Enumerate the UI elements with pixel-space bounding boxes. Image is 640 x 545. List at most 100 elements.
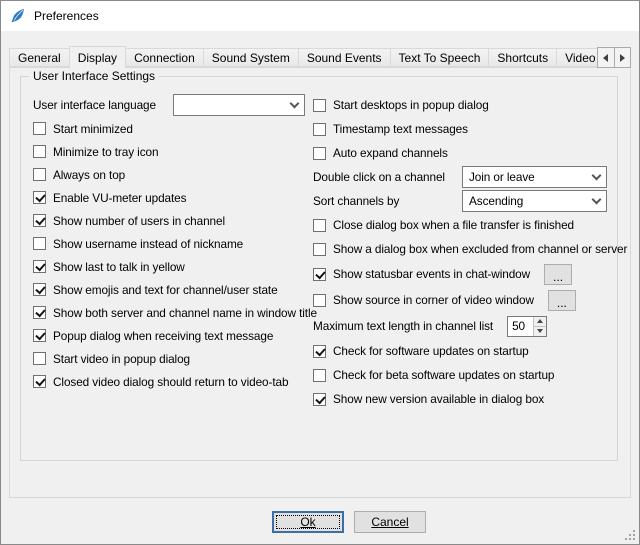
checkbox-label: Show source in corner of video window <box>333 293 534 307</box>
checkbox-row[interactable]: Show last to talk in yellow <box>33 255 305 278</box>
max-text-length-spinner[interactable]: 50 <box>507 316 547 337</box>
titlebar[interactable]: Preferences <box>1 1 639 31</box>
tab-label: Sound Events <box>307 51 382 65</box>
checkbox-row[interactable]: Check for beta software updates on start… <box>313 363 607 387</box>
checkbox <box>313 345 326 358</box>
checkbox <box>33 260 46 273</box>
checkbox-label: Show statusbar events in chat-window <box>333 267 530 281</box>
spin-up-button[interactable] <box>534 317 546 326</box>
cancel-button[interactable]: Cancel <box>354 511 426 533</box>
tab-scroll-left-button[interactable] <box>597 47 615 68</box>
checkbox-label: Closed video dialog should return to vid… <box>53 375 288 389</box>
dialog-body: User Interface Settings User interface l… <box>1 31 639 544</box>
checkbox-row[interactable]: Show number of users in channel <box>33 209 305 232</box>
checkbox-label: Close dialog box when a file transfer is… <box>333 218 574 232</box>
double-click-row: Double click on a channel Join or leave <box>313 165 607 189</box>
checkbox <box>33 352 46 365</box>
checkbox-row[interactable]: Check for software updates on startup <box>313 339 607 363</box>
tab[interactable]: Sound System <box>203 48 299 67</box>
checkbox <box>313 243 326 256</box>
ok-button[interactable]: Ok <box>272 511 344 533</box>
checkbox <box>313 99 326 112</box>
max-text-length-label: Maximum text length in channel list <box>313 319 493 333</box>
left-column: User interface language Start minimized <box>33 93 305 411</box>
tab-label: Sound System <box>212 51 290 65</box>
video-source-row[interactable]: Show source in corner of video window ..… <box>313 287 607 313</box>
checkbox-row[interactable]: Auto expand channels <box>313 141 607 165</box>
app-icon <box>10 8 26 24</box>
checkbox-row[interactable]: Always on top <box>33 163 305 186</box>
cancel-button-label: Cancel <box>371 515 408 529</box>
tab[interactable]: Sound Events <box>298 48 391 67</box>
double-click-value: Join or leave <box>469 170 535 184</box>
tab[interactable]: Shortcuts <box>488 48 557 67</box>
checkbox <box>33 191 46 204</box>
max-text-length-value[interactable]: 50 <box>508 317 533 336</box>
ok-button-label: Ok <box>300 515 315 529</box>
checkbox <box>313 219 326 232</box>
tab[interactable]: Connection <box>125 48 204 67</box>
checkbox <box>33 329 46 342</box>
checkbox <box>313 369 326 382</box>
checkbox <box>33 375 46 388</box>
checkbox-row[interactable]: Show both server and channel name in win… <box>33 301 305 324</box>
resize-grip-icon[interactable] <box>625 530 636 541</box>
checkbox-label: Always on top <box>53 168 125 182</box>
tab[interactable]: Text To Speech <box>390 48 490 67</box>
checkbox <box>33 306 46 319</box>
checkbox-row[interactable]: Start video in popup dialog <box>33 347 305 370</box>
right-checkbox-list-mid: Close dialog box when a file transfer is… <box>313 213 607 261</box>
double-click-select[interactable]: Join or leave <box>462 166 607 188</box>
checkbox <box>313 294 326 307</box>
checkbox <box>313 147 326 160</box>
spin-down-button[interactable] <box>534 326 546 336</box>
checkbox <box>33 214 46 227</box>
video-source-ellipsis-button[interactable]: ... <box>548 290 576 311</box>
settings-columns: User interface language Start minimized <box>21 77 617 411</box>
checkbox-row[interactable]: Start minimized <box>33 117 305 140</box>
checkbox-row[interactable]: Show emojis and text for channel/user st… <box>33 278 305 301</box>
tab-label: Shortcuts <box>497 51 548 65</box>
tab-pane: User Interface Settings User interface l… <box>9 67 631 498</box>
max-text-length-row: Maximum text length in channel list 50 <box>313 313 607 339</box>
tab-label: Connection <box>134 51 195 65</box>
window-title: Preferences <box>34 9 99 23</box>
language-select[interactable] <box>173 94 305 116</box>
checkbox-label: Check for software updates on startup <box>333 344 529 358</box>
checkbox-label: Start video in popup dialog <box>53 352 190 366</box>
language-row: User interface language <box>33 93 305 117</box>
checkbox-label: Auto expand channels <box>333 146 448 160</box>
tab-scroll-right-button[interactable] <box>614 47 632 68</box>
checkbox-row[interactable]: Minimize to tray icon <box>33 140 305 163</box>
button-bar: Ok Cancel <box>1 498 639 544</box>
group-title: User Interface Settings <box>29 69 159 83</box>
checkbox-label: Show number of users in channel <box>53 214 225 228</box>
checkbox <box>313 123 326 136</box>
tab[interactable]: Display <box>69 46 126 68</box>
sort-channels-select[interactable]: Ascending <box>462 190 607 212</box>
tab[interactable]: General <box>9 48 70 67</box>
checkbox-row[interactable]: Popup dialog when receiving text message <box>33 324 305 347</box>
chevron-down-icon <box>592 170 602 180</box>
right-column: Start desktops in popup dialog Timestamp… <box>305 93 607 411</box>
statusbar-events-ellipsis-button[interactable]: ... <box>544 264 572 285</box>
checkbox-row[interactable]: Start desktops in popup dialog <box>313 93 607 117</box>
spin-down-icon <box>537 329 543 333</box>
checkbox-row[interactable]: Show a dialog box when excluded from cha… <box>313 237 607 261</box>
checkbox-row[interactable]: Closed video dialog should return to vid… <box>33 370 305 393</box>
checkbox-row[interactable]: Close dialog box when a file transfer is… <box>313 213 607 237</box>
spinner-buttons <box>533 317 546 336</box>
checkbox-row[interactable]: Enable VU-meter updates <box>33 186 305 209</box>
checkbox <box>33 283 46 296</box>
sort-channels-label: Sort channels by <box>313 194 399 208</box>
checkbox-label: Enable VU-meter updates <box>53 191 186 205</box>
checkbox-row[interactable]: Timestamp text messages <box>313 117 607 141</box>
checkbox-label: Show both server and channel name in win… <box>53 306 317 320</box>
checkbox <box>313 393 326 406</box>
checkbox-row[interactable]: Show new version available in dialog box <box>313 387 607 411</box>
tab-scroll-left-icon <box>603 54 608 62</box>
language-label: User interface language <box>33 98 156 112</box>
statusbar-events-row[interactable]: Show statusbar events in chat-window ... <box>313 261 607 287</box>
checkbox-label: Popup dialog when receiving text message <box>53 329 273 343</box>
checkbox-row[interactable]: Show username instead of nickname <box>33 232 305 255</box>
